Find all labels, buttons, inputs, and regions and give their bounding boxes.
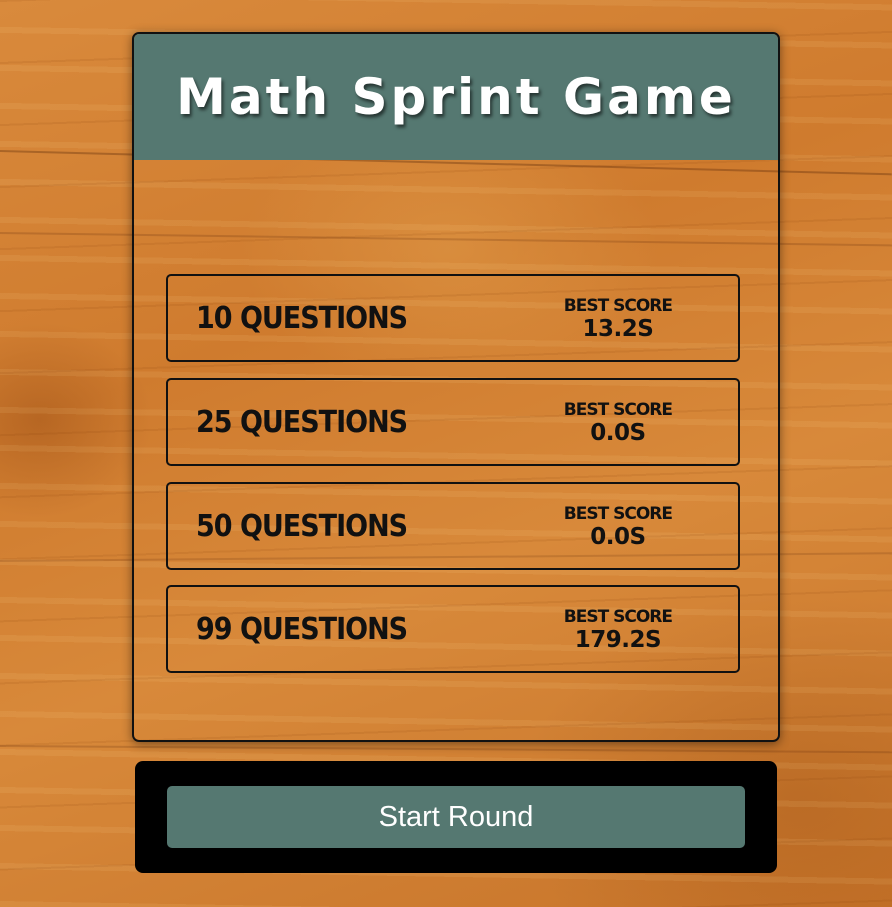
best-score-title: Best Score [563,607,673,627]
question-label: 50 Questions [196,508,408,544]
question-label: 99 Questions [196,611,408,647]
best-score-value: 179.2s [574,627,662,653]
best-score: Best Score 0.0s [563,400,673,446]
question-label: 10 Questions [196,300,408,336]
best-score-title: Best Score [563,400,673,420]
question-option-10[interactable]: 10 Questions Best Score 13.2s [166,274,740,362]
best-score: Best Score 13.2s [563,296,673,342]
best-score: Best Score 179.2s [563,607,673,653]
game-container: Math Sprint Game 10 Questions Best Score… [132,32,780,742]
best-score-title: Best Score [563,296,673,316]
header: Math Sprint Game [134,34,778,160]
best-score-value: 0.0s [590,524,646,550]
best-score-value: 0.0s [590,420,646,446]
start-round-button[interactable]: Start Round [167,786,745,848]
best-score-value: 13.2s [582,316,654,342]
best-score-title: Best Score [563,504,673,524]
best-score: Best Score 0.0s [563,504,673,550]
wood-grain-line [0,745,892,754]
question-option-50[interactable]: 50 Questions Best Score 0.0s [166,482,740,570]
footer-bar: Start Round [135,761,777,873]
page-title: Math Sprint Game [176,68,736,126]
question-option-25[interactable]: 25 Questions Best Score 0.0s [166,378,740,466]
question-option-99[interactable]: 99 Questions Best Score 179.2s [166,585,740,673]
question-label: 25 Questions [196,404,408,440]
